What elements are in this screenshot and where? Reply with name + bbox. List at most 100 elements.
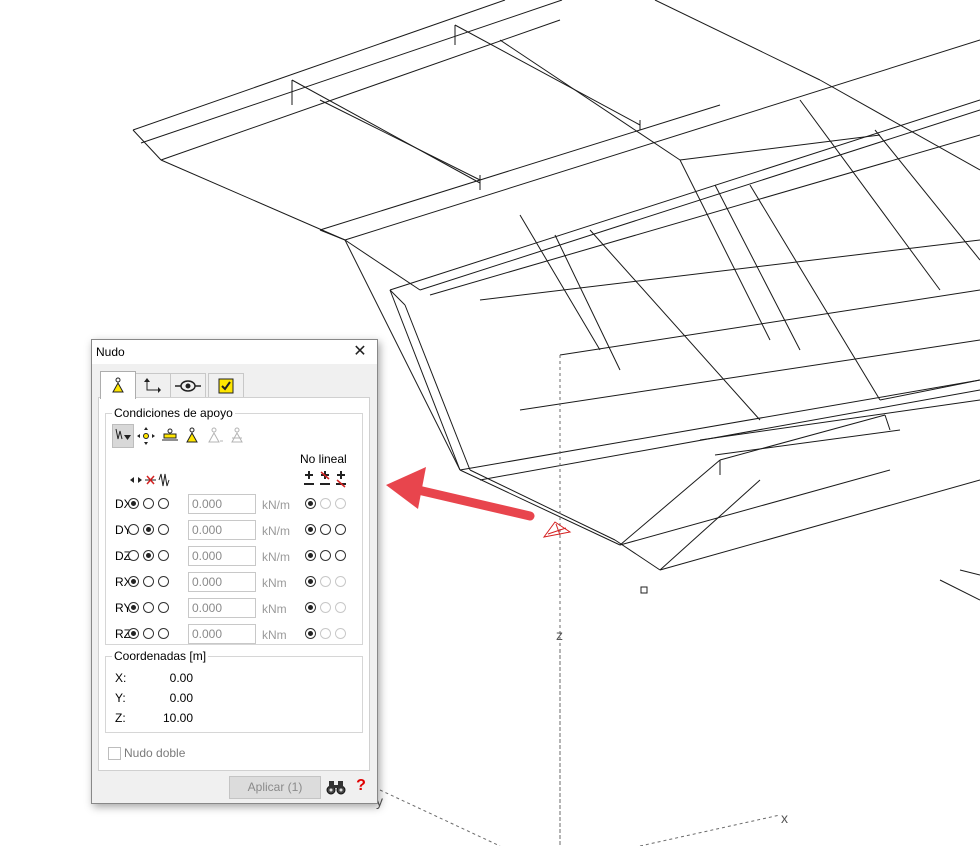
pinned-support-icon[interactable] — [185, 427, 199, 445]
free-radio[interactable] — [128, 576, 139, 587]
stiffness-input[interactable] — [188, 572, 256, 592]
node-marker — [640, 586, 648, 594]
eye-icon — [175, 380, 201, 392]
nonlinear-label: No lineal — [300, 452, 347, 466]
annotation-arrow — [386, 467, 535, 521]
coord-x-value: 0.00 — [169, 671, 193, 685]
preset-spring-button[interactable] — [112, 424, 134, 448]
fixed-support-disabled-icon[interactable] — [230, 427, 244, 445]
fixed-radio[interactable] — [143, 498, 154, 509]
nudo-dialog: Nudo ✕ Condiciones de apoyo No lineal DX… — [91, 339, 378, 804]
tab-support[interactable] — [100, 371, 136, 399]
spring-support-icon — [115, 428, 131, 440]
stiffness-unit: kN/m — [262, 498, 290, 512]
spring-icon — [158, 473, 170, 487]
nonlinear-column-headers — [304, 471, 346, 488]
bilateral-radio[interactable] — [305, 628, 316, 639]
stiffness-input[interactable] — [188, 494, 256, 514]
fixed-icon — [145, 475, 156, 485]
tension-only-radio[interactable] — [335, 628, 346, 639]
apply-button[interactable]: Aplicar (1) — [229, 776, 321, 799]
free-radio[interactable] — [128, 628, 139, 639]
spring-radio[interactable] — [158, 498, 169, 509]
tension-only-icon — [336, 471, 346, 488]
node-support-icon — [112, 377, 124, 392]
compression-only-radio[interactable] — [320, 576, 331, 587]
spring-radio[interactable] — [158, 628, 169, 639]
stiffness-unit: kN/m — [262, 550, 290, 564]
coord-y-value: 0.00 — [169, 691, 193, 705]
close-button[interactable]: ✕ — [345, 341, 375, 363]
tab-visibility[interactable] — [170, 373, 206, 398]
free-radio[interactable] — [128, 550, 139, 561]
free-icon — [130, 477, 142, 483]
tension-only-radio[interactable] — [335, 576, 346, 587]
fixed-radio[interactable] — [143, 550, 154, 561]
tension-only-radio[interactable] — [335, 498, 346, 509]
spring-radio[interactable] — [158, 550, 169, 561]
spring-radio[interactable] — [158, 602, 169, 613]
pinned-support-disabled-icon[interactable] — [206, 427, 224, 445]
coord-z-value: 10.00 — [162, 711, 193, 725]
dialog-title: Nudo — [96, 345, 125, 359]
fixed-radio[interactable] — [143, 628, 154, 639]
spring-radio[interactable] — [158, 524, 169, 535]
dof-row-ry: RYkNm — [106, 598, 366, 620]
fixed-radio[interactable] — [143, 602, 154, 613]
stiffness-input[interactable] — [188, 546, 256, 566]
fixed-radio[interactable] — [143, 576, 154, 587]
dof-row-dx: DXkN/m — [106, 494, 366, 516]
tension-only-radio[interactable] — [335, 524, 346, 535]
help-button[interactable]: ? — [353, 776, 369, 796]
fixed-radio[interactable] — [143, 524, 154, 535]
bilateral-radio[interactable] — [305, 550, 316, 561]
support-conditions-group: Condiciones de apoyo No lineal DX 0.000 … — [105, 406, 366, 646]
dof-row-rx: RXkNm — [106, 572, 366, 594]
stiffness-unit: kNm — [262, 576, 287, 590]
roller-support-icon[interactable] — [161, 428, 179, 444]
free-radio[interactable] — [128, 498, 139, 509]
stiffness-input[interactable] — [188, 520, 256, 540]
compression-only-radio[interactable] — [320, 550, 331, 561]
compression-only-icon — [320, 471, 330, 485]
compression-only-radio[interactable] — [320, 628, 331, 639]
bilateral-radio[interactable] — [305, 576, 316, 587]
tab-check[interactable] — [208, 373, 244, 398]
nudo-doble-box[interactable] — [108, 747, 121, 760]
stiffness-input[interactable] — [188, 624, 256, 644]
bilateral-radio[interactable] — [305, 498, 316, 509]
compression-only-radio[interactable] — [320, 498, 331, 509]
dof-column-headers — [130, 473, 170, 487]
bilateral-radio[interactable] — [305, 524, 316, 535]
tension-only-radio[interactable] — [335, 602, 346, 613]
global-axes — [379, 355, 781, 846]
compression-only-radio[interactable] — [320, 524, 331, 535]
stiffness-input[interactable] — [188, 598, 256, 618]
support-tab-panel: Condiciones de apoyo No lineal DX 0.000 … — [98, 397, 370, 771]
bilateral-radio[interactable] — [305, 602, 316, 613]
bilateral-icon — [304, 471, 314, 485]
nudo-doble-label: Nudo doble — [124, 746, 186, 760]
tension-only-radio[interactable] — [335, 550, 346, 561]
coord-x-label: X: — [115, 671, 127, 685]
free-radio[interactable] — [128, 602, 139, 613]
compression-only-radio[interactable] — [320, 602, 331, 613]
binoculars-icon[interactable] — [326, 777, 346, 797]
z-axis-label: z — [556, 627, 563, 643]
dialog-titlebar[interactable]: Nudo ✕ — [92, 340, 377, 364]
stiffness-unit: kNm — [262, 628, 287, 642]
support-conditions-legend: Condiciones de apoyo — [112, 406, 235, 420]
x-axis-label: x — [781, 810, 788, 826]
stiffness-unit: kN/m — [262, 524, 290, 538]
free-node-icon[interactable] — [137, 427, 155, 445]
local-axes-icon — [144, 378, 161, 393]
dof-row-rz: RZkNm — [106, 624, 366, 646]
spring-radio[interactable] — [158, 576, 169, 587]
coordinates-group: Coordenadas [m] X: 0.00 Y: 0.00 Z: 10.00 — [105, 649, 363, 733]
free-radio[interactable] — [128, 524, 139, 535]
tab-local-axes[interactable] — [135, 373, 171, 398]
support-symbol — [542, 521, 572, 538]
dof-row-dz: DZkN/m — [106, 546, 366, 568]
coord-y-label: Y: — [115, 691, 126, 705]
coordinates-legend: Coordenadas [m] — [112, 649, 209, 663]
